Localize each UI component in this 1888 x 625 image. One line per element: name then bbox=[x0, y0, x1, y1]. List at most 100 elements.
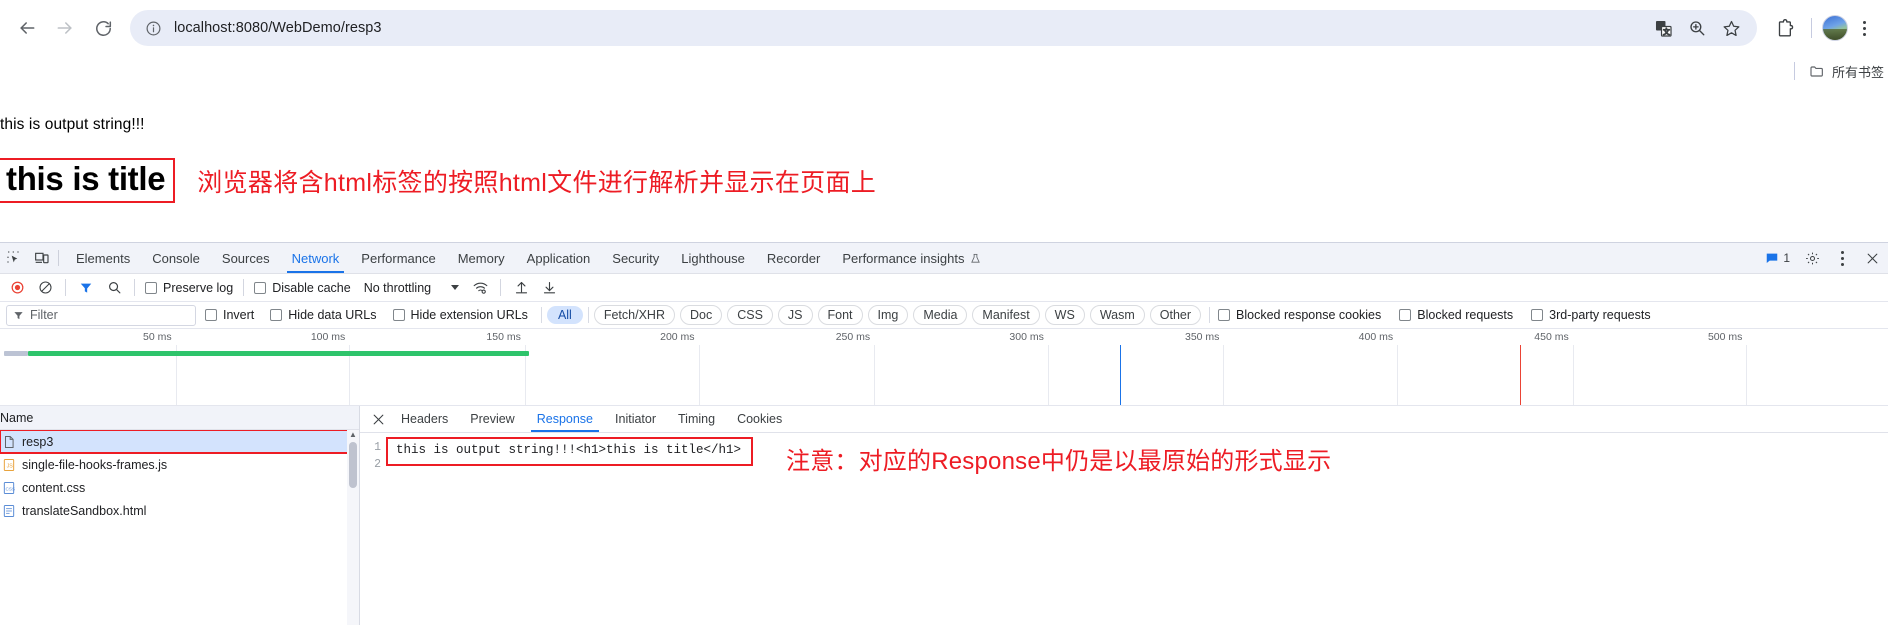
chip-font[interactable]: Font bbox=[817, 305, 863, 325]
network-overview-waterfall[interactable]: 50 ms 100 ms 150 ms 200 ms 250 ms 300 ms… bbox=[0, 329, 1888, 406]
site-info-button[interactable] bbox=[142, 17, 164, 39]
tab-network[interactable]: Network bbox=[281, 243, 351, 273]
tab-performance[interactable]: Performance bbox=[350, 243, 446, 273]
tab-security[interactable]: Security bbox=[601, 243, 670, 273]
response-code-area[interactable]: this is output string!!!<h1>this is titl… bbox=[386, 433, 1888, 625]
tab-label: Application bbox=[526, 250, 591, 266]
table-row[interactable]: CSS content.css bbox=[0, 476, 359, 499]
request-list-header[interactable]: Name bbox=[0, 406, 359, 430]
detail-tab-initiator[interactable]: Initiator bbox=[604, 406, 667, 432]
hide-extension-urls-checkbox[interactable]: Hide extension URLs bbox=[390, 308, 531, 322]
scrollbar-thumb[interactable] bbox=[349, 442, 357, 488]
devtools-settings-button[interactable] bbox=[1798, 251, 1826, 266]
chip-other[interactable]: Other bbox=[1149, 305, 1202, 325]
address-bar[interactable]: localhost:8080/WebDemo/resp3 G 文 bbox=[130, 10, 1757, 46]
load-event-marker bbox=[1519, 345, 1521, 405]
devtools-close-button[interactable] bbox=[1858, 252, 1886, 265]
chip-all[interactable]: All bbox=[546, 306, 583, 324]
response-body-text: this is output string!!!<h1>this is titl… bbox=[386, 437, 754, 466]
tab-sources[interactable]: Sources bbox=[211, 243, 281, 273]
clear-button[interactable] bbox=[32, 275, 58, 301]
table-row[interactable]: resp3 bbox=[0, 430, 359, 454]
record-button[interactable] bbox=[4, 275, 30, 301]
all-bookmarks-label: 所有书签 bbox=[1831, 64, 1884, 80]
detail-close-button[interactable] bbox=[366, 413, 390, 426]
chip-media[interactable]: Media bbox=[913, 305, 968, 325]
issues-badge[interactable]: 1 bbox=[1759, 251, 1796, 265]
divider bbox=[500, 279, 502, 296]
import-har-button[interactable] bbox=[508, 275, 534, 301]
detail-tab-cookies[interactable]: Cookies bbox=[726, 406, 793, 432]
disable-cache-checkbox[interactable]: Disable cache bbox=[251, 281, 354, 295]
tab-memory[interactable]: Memory bbox=[447, 243, 516, 273]
export-har-button[interactable] bbox=[536, 275, 562, 301]
experiment-flask-icon bbox=[971, 253, 981, 263]
devtools-more-button[interactable] bbox=[1828, 248, 1856, 268]
filter-toggle-button[interactable] bbox=[73, 275, 99, 301]
chip-img[interactable]: Img bbox=[867, 305, 909, 325]
tab-label: Performance bbox=[361, 250, 436, 266]
chip-css[interactable]: CSS bbox=[727, 305, 773, 325]
table-row[interactable]: JS single-file-hooks-frames.js bbox=[0, 453, 359, 476]
record-stop-icon bbox=[11, 281, 23, 294]
detail-tab-response[interactable]: Response bbox=[526, 406, 604, 432]
tab-recorder[interactable]: Recorder bbox=[756, 243, 831, 273]
table-row[interactable]: translateSandbox.html bbox=[0, 499, 359, 522]
message-icon bbox=[1767, 253, 1778, 263]
devtools-panel: Elements Console Sources Network Perform… bbox=[0, 242, 1888, 625]
device-toolbar-icon bbox=[35, 252, 49, 264]
inspect-element-button[interactable] bbox=[0, 243, 28, 273]
filter-input[interactable]: Filter bbox=[6, 304, 196, 326]
reload-button[interactable] bbox=[86, 11, 120, 45]
tab-lighthouse[interactable]: Lighthouse bbox=[670, 243, 756, 273]
chrome-menu-button[interactable] bbox=[1850, 12, 1878, 44]
tab-console[interactable]: Console bbox=[141, 243, 211, 273]
invert-checkbox[interactable]: Invert bbox=[202, 308, 257, 322]
back-button[interactable] bbox=[10, 11, 44, 45]
device-toolbar-button[interactable] bbox=[28, 243, 56, 273]
arrow-right-icon bbox=[57, 22, 72, 34]
translate-icon[interactable]: G 文 bbox=[1651, 16, 1675, 40]
bookmark-star-icon[interactable] bbox=[1719, 16, 1743, 40]
blocked-requests-checkbox[interactable]: Blocked requests bbox=[1396, 308, 1516, 322]
tab-elements[interactable]: Elements bbox=[65, 243, 141, 273]
tab-application[interactable]: Application bbox=[516, 243, 602, 273]
avatar[interactable] bbox=[1822, 15, 1848, 41]
divider bbox=[65, 279, 66, 296]
chip-ws[interactable]: WS bbox=[1044, 305, 1085, 325]
all-bookmarks-button[interactable]: 所有书签 bbox=[1809, 62, 1884, 81]
network-conditions-button[interactable] bbox=[467, 275, 493, 301]
hide-data-urls-checkbox[interactable]: Hide data URLs bbox=[267, 308, 379, 322]
chip-doc[interactable]: Doc bbox=[679, 305, 723, 325]
chip-fetch-xhr[interactable]: Fetch/XHR bbox=[593, 305, 675, 325]
extensions-puzzle-icon bbox=[1778, 19, 1794, 37]
third-party-requests-checkbox[interactable]: 3rd-party requests bbox=[1528, 308, 1653, 322]
chip-wasm[interactable]: Wasm bbox=[1089, 305, 1145, 325]
zoom-icon[interactable] bbox=[1685, 16, 1709, 40]
forward-button[interactable] bbox=[48, 11, 82, 45]
detail-tab-headers[interactable]: Headers bbox=[390, 406, 459, 432]
network-toolbar: Preserve log Disable cache No throttling bbox=[0, 274, 1888, 302]
blocked-response-cookies-checkbox[interactable]: Blocked response cookies bbox=[1215, 308, 1384, 322]
chip-js[interactable]: JS bbox=[777, 305, 813, 325]
preserve-log-checkbox[interactable]: Preserve log bbox=[142, 281, 236, 295]
divider bbox=[540, 307, 542, 323]
throttling-select[interactable]: No throttling bbox=[356, 281, 460, 295]
request-list-scrollbar[interactable]: ▲ bbox=[347, 430, 359, 625]
chip-manifest[interactable]: Manifest bbox=[972, 305, 1040, 325]
tab-performance-insights[interactable]: Performance insights bbox=[831, 243, 992, 273]
request-name: single-file-hooks-frames.js bbox=[22, 457, 168, 472]
search-button[interactable] bbox=[101, 275, 127, 301]
tab-label: Cookies bbox=[737, 412, 783, 426]
bookmarks-bar: 所有书签 bbox=[0, 56, 1888, 86]
detail-tab-timing[interactable]: Timing bbox=[667, 406, 726, 432]
gridline bbox=[874, 345, 876, 405]
extensions-button[interactable] bbox=[1769, 12, 1801, 44]
page-annotation: 浏览器将含html标签的按照html文件进行解析并显示在页面上 bbox=[197, 168, 877, 197]
waterfall-tick: 100 ms bbox=[310, 331, 346, 343]
third-party-requests-label: 3rd-party requests bbox=[1549, 308, 1651, 322]
url-text[interactable]: localhost:8080/WebDemo/resp3 bbox=[164, 20, 1651, 36]
detail-tab-preview[interactable]: Preview bbox=[459, 406, 525, 432]
doc-file-icon bbox=[5, 435, 14, 448]
response-body-view: 1 2 this is output string!!!<h1>this is … bbox=[360, 433, 1888, 625]
